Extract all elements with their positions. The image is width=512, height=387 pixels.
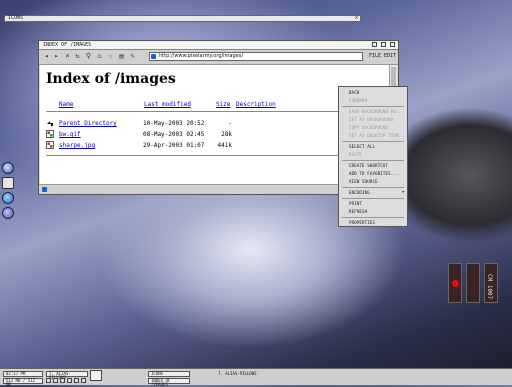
- volume-icon[interactable]: [74, 378, 79, 383]
- file-modified: 08-May-2003 02:45: [143, 131, 205, 138]
- page-heading: Index of /images: [46, 71, 176, 87]
- column-size[interactable]: Size: [216, 101, 230, 108]
- home-icon[interactable]: ⌂: [95, 52, 104, 61]
- file-link[interactable]: bw.gif: [59, 131, 81, 138]
- table-row: Parent Directory 10-May-2003 20:52 -: [46, 119, 376, 129]
- menu-separator: [342, 160, 404, 161]
- window-dock-icon[interactable]: [2, 177, 14, 189]
- file-size: 28k: [221, 131, 232, 138]
- menu-item-print[interactable]: PRINT: [349, 201, 362, 206]
- file-link[interactable]: Parent Directory: [59, 120, 117, 127]
- divider: [46, 111, 376, 112]
- favorites-icon[interactable]: ☆: [106, 52, 115, 61]
- menu-item-save-background[interactable]: SAVE BACKGROUND AS...: [349, 109, 404, 114]
- media-prev-icon[interactable]: [46, 378, 51, 383]
- media-next-icon[interactable]: [67, 378, 72, 383]
- menu-item-back[interactable]: BACK: [349, 90, 359, 95]
- file-size: 441k: [217, 142, 232, 149]
- edit-menu[interactable]: EDIT: [384, 53, 396, 60]
- menu-item-set-desktop-item[interactable]: SET AS DESKTOP ITEM...: [349, 133, 406, 138]
- context-menu: BACK FORWARD SAVE BACKGROUND AS... SET A…: [338, 86, 408, 227]
- deco-panel: [448, 263, 462, 303]
- search-icon[interactable]: ⚲: [84, 52, 93, 61]
- back-folder-icon: [47, 121, 53, 126]
- refresh-icon[interactable]: ↻: [73, 52, 82, 61]
- file-link[interactable]: sharpe.jpg: [59, 142, 95, 149]
- minimize-icon[interactable]: [372, 42, 377, 47]
- menu-separator: [342, 141, 404, 142]
- eject-icon[interactable]: [81, 378, 86, 383]
- file-menu[interactable]: FILE: [369, 53, 381, 60]
- address-bar[interactable]: http://www.pixelarmy.org/images/: [149, 52, 363, 61]
- taskbar: 02:17 PM 512 MB / 512 MB 7. ALIAS-PILLOW…: [0, 368, 512, 387]
- browser-dock-icon[interactable]: [2, 162, 14, 174]
- menu-item-properties[interactable]: PROPERTIES: [349, 220, 375, 225]
- submenu-arrow-icon: ▸: [402, 189, 406, 195]
- deco-panel: [466, 263, 480, 303]
- task-index-of-images[interactable]: INDEX OF /IMAGES: [148, 378, 190, 387]
- media-stop-icon[interactable]: [60, 378, 65, 383]
- panel-text: CM 1007: [486, 274, 493, 300]
- file-modified: 29-Apr-2003 01:07: [143, 142, 205, 149]
- window-title: INDEX OF /IMAGES: [43, 42, 92, 48]
- memory-indicator: 512 MB / 512 MB: [3, 378, 43, 387]
- clock: 02:17 PM: [3, 371, 43, 377]
- menu-separator: [342, 217, 404, 218]
- globe-dock-icon[interactable]: [2, 207, 14, 219]
- ie-status-icon: [42, 187, 47, 192]
- menu-item-encoding[interactable]: ENCODING: [349, 190, 370, 195]
- task-icons[interactable]: ICONS: [148, 371, 190, 377]
- icons-bar[interactable]: ICONS x: [4, 15, 361, 22]
- stop-icon[interactable]: ×: [63, 52, 72, 61]
- close-icon[interactable]: [390, 42, 395, 47]
- media-play-icon[interactable]: [53, 378, 58, 383]
- left-dock: [0, 160, 16, 222]
- menu-item-set-background[interactable]: SET AS BACKGROUND: [349, 117, 393, 122]
- file-modified: 10-May-2003 20:52: [143, 120, 205, 127]
- print-icon[interactable]: ▤: [117, 52, 126, 61]
- menu-separator: [342, 106, 404, 107]
- close-icon[interactable]: x: [355, 16, 358, 21]
- taskbar-user: 7. ALIAS-PILLOWS: [218, 371, 257, 376]
- file-size: -: [228, 120, 232, 127]
- table-row: sharpe.jpg 29-Apr-2003 01:07 441k: [46, 141, 376, 151]
- menu-item-paste[interactable]: PASTE: [349, 152, 362, 157]
- image-file-icon: [46, 141, 54, 149]
- menu-item-refresh[interactable]: REFRESH: [349, 209, 367, 214]
- column-description[interactable]: Description: [236, 101, 276, 108]
- desktop-icon[interactable]: [90, 370, 102, 381]
- menu-separator: [342, 198, 404, 199]
- ie-page-icon: [151, 54, 156, 59]
- menu-separator: [342, 187, 404, 188]
- divider: [46, 155, 376, 156]
- network-dock-icon[interactable]: [2, 192, 14, 204]
- menu-item-add-favorites[interactable]: ADD TO FAVORITES...: [349, 171, 399, 176]
- status-light-icon: [452, 280, 459, 287]
- menu-item-create-shortcut[interactable]: CREATE SHORTCUT: [349, 163, 388, 168]
- window-titlebar[interactable]: INDEX OF /IMAGES: [39, 41, 398, 50]
- table-row: bw.gif 08-May-2003 02:45 28k: [46, 130, 376, 140]
- back-icon[interactable]: ◂: [42, 52, 51, 61]
- image-file-icon: [46, 130, 54, 138]
- menu-item-select-all[interactable]: SELECT ALL: [349, 144, 375, 149]
- maximize-icon[interactable]: [381, 42, 386, 47]
- icons-bar-label: ICONS: [8, 15, 24, 21]
- column-last-modified[interactable]: Last modified: [144, 101, 191, 108]
- toolbar: ◂ ▸ × ↻ ⚲ ⌂ ☆ ▤ ✎ http://www.pixelarmy.o…: [39, 50, 398, 65]
- address-text: http://www.pixelarmy.org/images/: [159, 53, 244, 59]
- deco-panel: CM 1007: [484, 263, 498, 303]
- menu-item-forward[interactable]: FORWARD: [349, 98, 367, 103]
- menu-item-view-source[interactable]: VIEW SOURCE: [349, 179, 378, 184]
- menu-item-copy-background[interactable]: COPY BACKGROUND: [349, 125, 388, 130]
- user-label: 7. ALIAS-PILLOWS: [46, 371, 88, 380]
- edit-icon[interactable]: ✎: [128, 52, 137, 61]
- forward-icon[interactable]: ▸: [52, 52, 61, 61]
- column-name[interactable]: Name: [59, 101, 73, 108]
